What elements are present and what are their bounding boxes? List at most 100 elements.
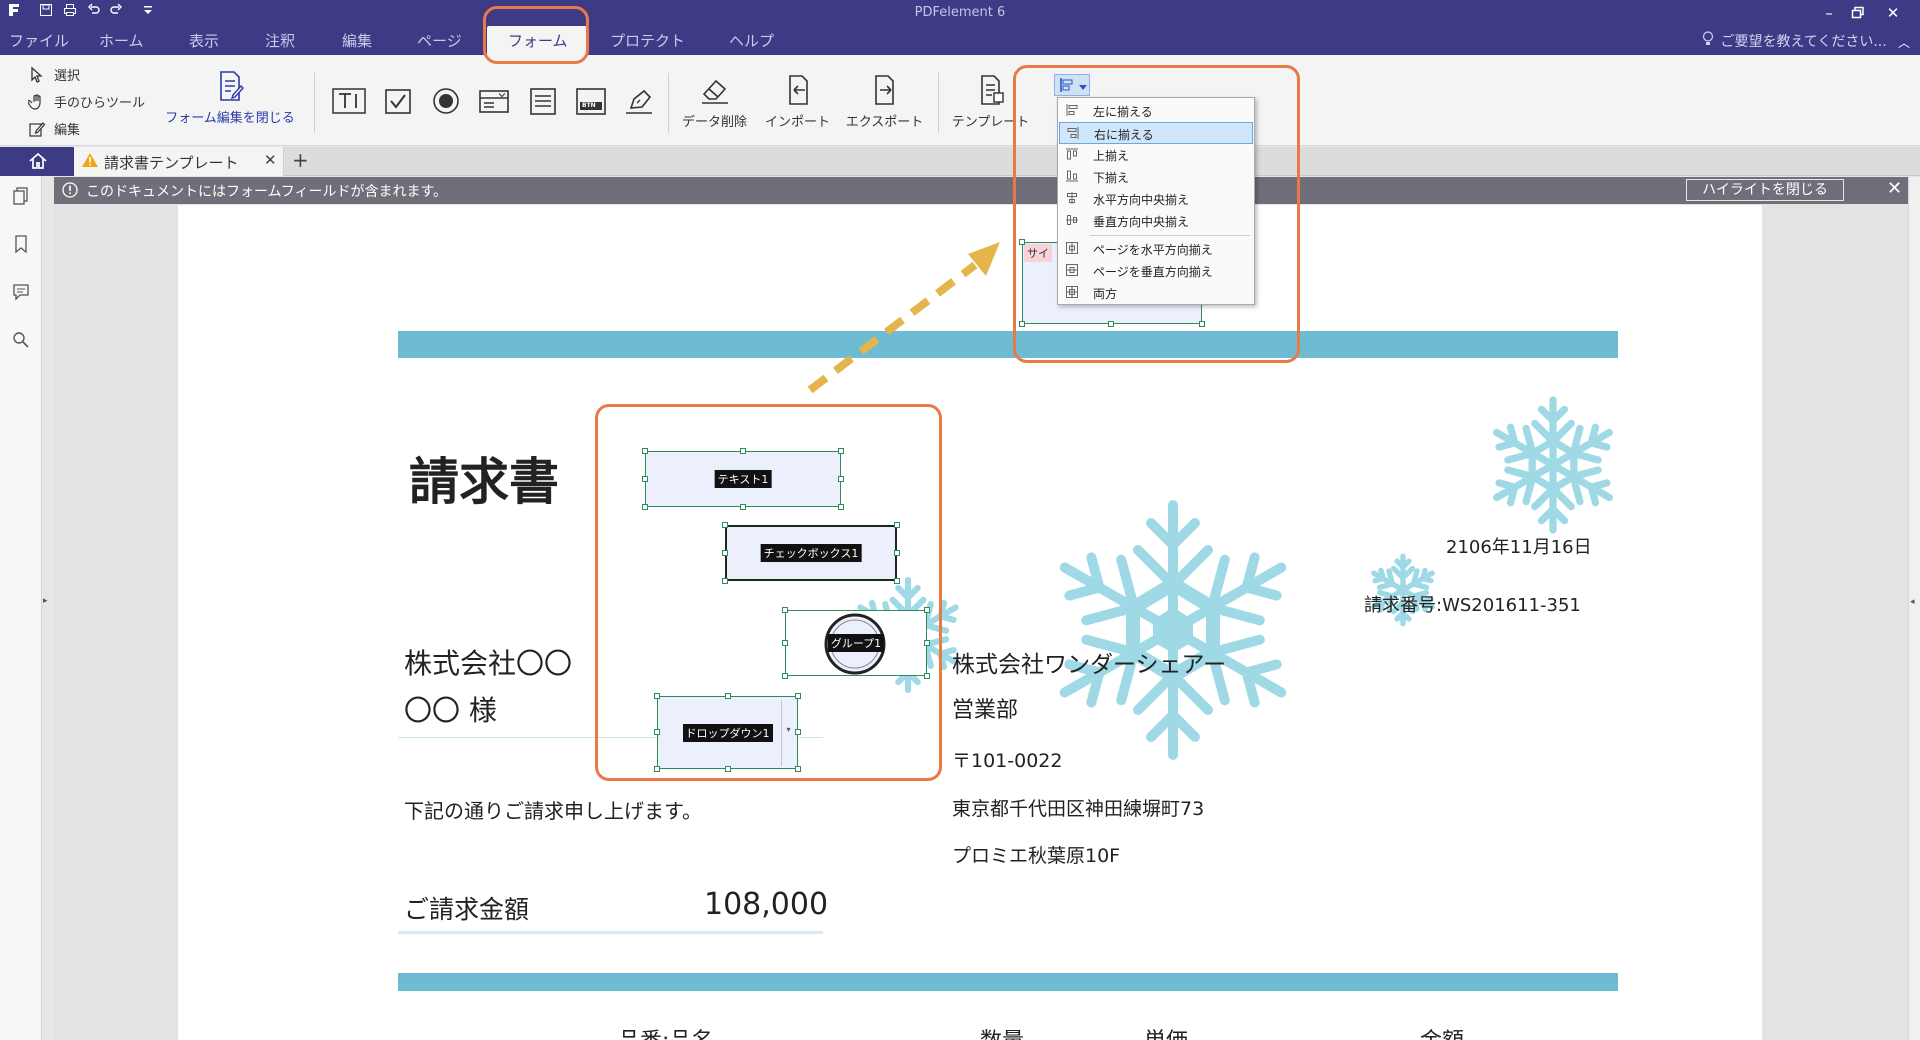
export-button[interactable]: エクスポート	[842, 73, 927, 130]
info-icon	[62, 182, 78, 202]
right-panel-expand-icon[interactable]: ◂	[1910, 597, 1915, 607]
client-name: 〇〇 様	[404, 694, 497, 727]
menu-item-page-h-center[interactable]: ページを水平方向揃え	[1059, 238, 1253, 260]
import-label: インポート	[764, 115, 830, 130]
close-tab-icon[interactable]: ✕	[264, 151, 277, 169]
help-search[interactable]: ご要望を教えてください...	[1702, 31, 1887, 51]
table-header-band	[398, 973, 1618, 991]
select-tool-label: 選択	[54, 69, 81, 84]
delete-data-button[interactable]: データ削除	[677, 73, 752, 130]
align-top-icon	[1065, 147, 1079, 161]
import-button[interactable]: インポート	[760, 73, 835, 130]
hand-tool[interactable]: 手のひらツール	[27, 92, 145, 111]
menu-item-label: 両方	[1093, 287, 1118, 301]
sidebar-expand-icon[interactable]: ▸	[43, 596, 48, 606]
thumbnails-icon[interactable]	[11, 186, 31, 206]
menu-item-align-h-center[interactable]: 水平方向中央揃え	[1059, 188, 1253, 210]
right-panel-edge: ◂	[1908, 177, 1920, 1040]
highlight-form-fields	[595, 404, 942, 781]
menu-item-label: 右に揃える	[1094, 128, 1154, 142]
close-highlight-button[interactable]: ハイライトを閉じる	[1686, 179, 1844, 201]
menu-file[interactable]: ファイル	[9, 30, 69, 51]
form-edit-icon	[213, 69, 247, 103]
export-icon	[868, 73, 902, 107]
minimize-button[interactable]: –	[1816, 2, 1842, 24]
page-vertical-center-icon	[1065, 263, 1079, 277]
ribbon-separator	[938, 73, 939, 133]
eraser-icon	[698, 73, 732, 107]
menu-protect[interactable]: プロテクト	[610, 30, 685, 51]
new-tab-icon[interactable]: +	[292, 148, 309, 172]
amount-value: 108,000	[704, 887, 829, 922]
page-horizontal-center-icon	[1065, 241, 1079, 255]
ribbon-separator	[314, 73, 315, 133]
menu-item-label: 左に揃える	[1093, 105, 1153, 119]
select-tool[interactable]: 選択	[28, 65, 80, 84]
close-window-button[interactable]: ✕	[1880, 2, 1906, 24]
edit-icon	[28, 120, 46, 138]
button-field-icon[interactable]: BTN	[574, 85, 608, 117]
menu-view[interactable]: 表示	[189, 30, 219, 51]
menu-item-align-right[interactable]: 右に揃える	[1059, 122, 1253, 144]
menu-item-align-top[interactable]: 上揃え	[1059, 144, 1253, 166]
list-box-field-icon[interactable]	[526, 85, 560, 117]
radio-button-field-icon[interactable]	[429, 85, 463, 117]
page-center-both-icon	[1065, 285, 1079, 299]
menu-page[interactable]: ページ	[417, 30, 462, 51]
menu-item-align-left[interactable]: 左に揃える	[1059, 100, 1253, 122]
comment-icon[interactable]	[11, 282, 31, 302]
amount-underline	[398, 931, 823, 934]
client-company: 株式会社〇〇	[404, 647, 573, 680]
import-icon	[781, 73, 815, 107]
home-tab[interactable]	[0, 147, 74, 176]
lightbulb-icon	[1702, 31, 1716, 50]
left-sidebar: ▸	[0, 176, 48, 1040]
align-bottom-icon	[1065, 169, 1079, 183]
template-icon	[974, 73, 1008, 107]
invoice-number: 請求番号:WS201611-351	[1364, 595, 1581, 616]
warning-icon	[82, 153, 98, 172]
align-dropdown-menu: 左に揃える 右に揃える 上揃え 下揃え 水平方向中央揃え 垂直方向中央揃え ペー…	[1057, 97, 1255, 305]
signature-field-icon[interactable]	[622, 85, 656, 117]
menu-home[interactable]: ホーム	[99, 30, 144, 51]
form-notice-bar: このドキュメントにはフォームフィールドが含まれます。 ハイライトを閉じる ✕	[54, 177, 1908, 204]
menu-item-align-bottom[interactable]: 下揃え	[1059, 166, 1253, 188]
menu-item-both[interactable]: 両方	[1059, 282, 1253, 304]
delete-data-label: データ削除	[681, 115, 747, 130]
menu-separator	[1090, 235, 1250, 236]
sender-address2: プロミエ秋葉原10F	[952, 845, 1121, 867]
combo-box-field-icon[interactable]	[477, 85, 511, 117]
edit-tool-label: 編集	[54, 123, 81, 138]
annotation-arrow	[807, 242, 1000, 394]
ribbon-separator	[668, 73, 669, 133]
menu-help[interactable]: ヘルプ	[729, 30, 774, 51]
search-icon[interactable]	[11, 330, 31, 350]
close-notice-icon[interactable]: ✕	[1887, 178, 1902, 199]
menu-item-page-v-center[interactable]: ページを垂直方向揃え	[1059, 260, 1253, 282]
document-tab-bar: 請求書テンプレート ✕ +	[0, 147, 1920, 176]
close-form-edit-button[interactable]: フォーム編集を閉じる	[160, 69, 300, 126]
menu-comment[interactable]: 注釈	[265, 30, 295, 51]
menu-item-label: ページを水平方向揃え	[1093, 243, 1213, 257]
document-tab[interactable]: 請求書テンプレート ✕	[74, 147, 284, 176]
sender-department: 営業部	[952, 698, 1019, 723]
ribbon-collapse-icon[interactable]: ︿	[1898, 34, 1910, 51]
highlight-form-tab	[483, 6, 589, 64]
text-field-icon[interactable]	[332, 85, 366, 117]
menu-item-label: 上揃え	[1093, 149, 1130, 163]
checkbox-field-icon[interactable]	[381, 85, 415, 117]
restore-button[interactable]	[1845, 2, 1871, 24]
button-field-icon-text: BTN	[582, 102, 596, 109]
title-bar: PDFelement 6 – ✕ ファイル ホーム 表示 注釈 編集 ページ フ…	[0, 0, 1920, 55]
sender-address1: 東京都千代田区神田練塀町73	[952, 798, 1205, 820]
align-left-icon	[1065, 103, 1079, 117]
menu-edit[interactable]: 編集	[342, 30, 372, 51]
column-header-unit-price: 単価	[1144, 1023, 1188, 1040]
help-search-text: ご要望を教えてください...	[1720, 34, 1887, 50]
bookmark-icon[interactable]	[11, 234, 31, 254]
home-icon	[28, 152, 48, 174]
invoice-date: 2106年11月16日	[1446, 537, 1592, 558]
menu-item-align-v-center[interactable]: 垂直方向中央揃え	[1059, 210, 1253, 232]
ribbon: 選択 手のひらツール 編集 フォーム編集を閉じる BTN データ削除 インポート…	[0, 55, 1920, 146]
edit-tool[interactable]: 編集	[28, 119, 80, 138]
